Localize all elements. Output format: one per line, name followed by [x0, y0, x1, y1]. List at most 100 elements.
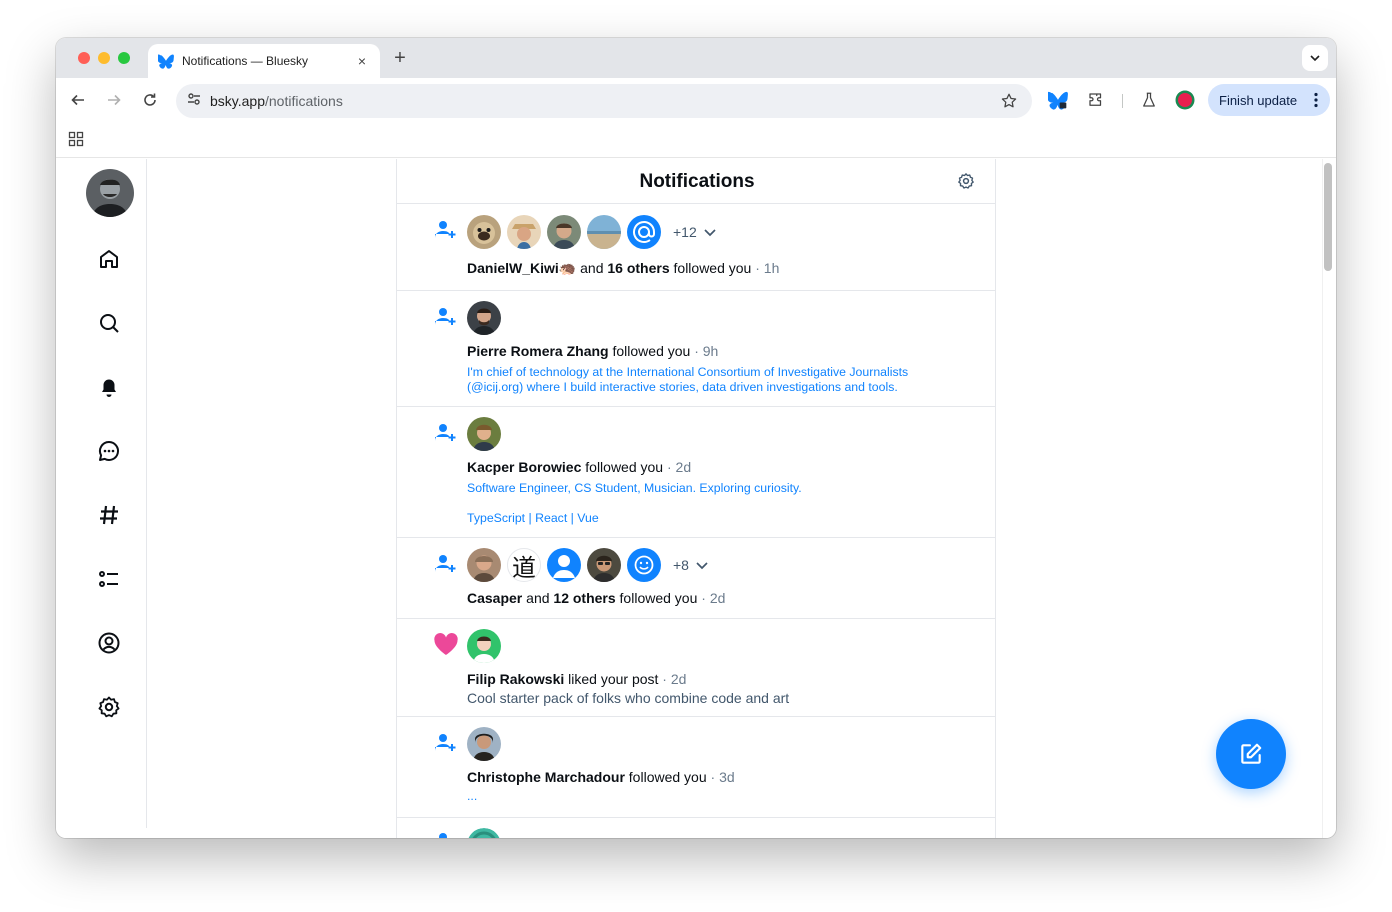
others-count[interactable]: 12 others — [553, 590, 615, 606]
actor-name[interactable]: Christophe Marchadour — [467, 769, 625, 785]
avatar-stack: +12 — [467, 215, 717, 249]
star-icon[interactable] — [1000, 92, 1018, 115]
avatar-stack — [467, 727, 507, 761]
browser-toolbar: bsky.app/notifications Finish update — [56, 78, 1336, 122]
avatar[interactable] — [467, 215, 501, 249]
actor-name[interactable]: Casaper — [467, 590, 522, 606]
avatar-stack — [467, 828, 507, 838]
avatar[interactable] — [467, 828, 501, 838]
avatar[interactable] — [467, 727, 501, 761]
back-button[interactable] — [66, 88, 90, 112]
profile-icon[interactable] — [1175, 90, 1195, 110]
profile-circle-icon — [98, 632, 120, 654]
notification-item[interactable]: 道 +8 Casaper and 12 others followed you … — [397, 538, 995, 619]
notification-item[interactable]: Kacper Borowiec followed you · 2d Softwa… — [397, 407, 995, 538]
notification-text: Kacper Borowiec followed you · 2d — [467, 459, 692, 475]
site-info-icon[interactable] — [186, 91, 202, 112]
sidebar-item-home[interactable] — [96, 246, 122, 272]
actor-name[interactable]: Filip Rakowski — [467, 671, 564, 687]
sidebar-item-notifications[interactable] — [96, 374, 122, 400]
avatar[interactable] — [627, 215, 661, 249]
reload-button[interactable] — [138, 88, 162, 112]
actor-name[interactable]: Pierre Romera Zhang — [467, 343, 609, 359]
avatar[interactable] — [467, 417, 501, 451]
finish-update-label: Finish update — [1219, 92, 1298, 108]
notification-item[interactable]: Pierre Romera Zhang followed you · 9h I'… — [397, 291, 995, 407]
person-plus-icon — [433, 830, 457, 838]
actor-emoji: 🦔 — [558, 260, 577, 276]
zoom-window-button[interactable] — [118, 52, 130, 64]
sidebar-item-feeds[interactable] — [96, 502, 122, 528]
scrollbar-thumb[interactable] — [1324, 163, 1332, 271]
close-window-button[interactable] — [78, 52, 90, 64]
bookmarks-bar — [56, 122, 1336, 158]
avatar[interactable] — [467, 548, 501, 582]
minimize-window-button[interactable] — [98, 52, 110, 64]
notification-item[interactable] — [397, 818, 995, 838]
apps-grid-icon[interactable] — [68, 131, 84, 152]
tab-close-icon[interactable]: × — [354, 53, 370, 69]
notification-item[interactable]: Christophe Marchadour followed you · 3d … — [397, 717, 995, 818]
notification-item[interactable]: +12 DanielW_Kiwi🦔 and 16 others followed… — [397, 204, 995, 291]
tab-search-button[interactable] — [1302, 45, 1328, 71]
finish-update-button[interactable]: Finish update — [1208, 84, 1330, 116]
profile-bio: I'm chief of technology at the Internati… — [467, 365, 909, 394]
expand-avatars-button[interactable]: +12 — [673, 224, 717, 240]
chat-icon — [99, 441, 120, 461]
avatar[interactable] — [587, 215, 621, 249]
avatar[interactable] — [547, 215, 581, 249]
sidebar-item-lists[interactable] — [96, 566, 122, 592]
avatar[interactable] — [467, 301, 501, 335]
scrollbar-track[interactable] — [1322, 159, 1336, 838]
others-count[interactable]: 16 others — [607, 260, 669, 276]
search-icon — [100, 314, 119, 333]
notification-text: DanielW_Kiwi🦔 and 16 others followed you… — [467, 260, 780, 276]
reload-icon — [144, 93, 156, 106]
compose-post-button[interactable] — [1216, 719, 1286, 789]
timestamp: · 9h — [690, 343, 719, 359]
bell-icon — [102, 379, 116, 397]
labs-flask-icon[interactable] — [1139, 90, 1159, 110]
tab-notifications[interactable]: Notifications — Bluesky × — [148, 44, 380, 78]
url-path: /notifications — [265, 93, 343, 109]
notification-settings-gear-icon[interactable] — [957, 172, 975, 195]
avatar[interactable] — [627, 548, 661, 582]
bluesky-page: Notifications +12 DanielW_Kiwi🦔 and 16 o… — [56, 159, 1336, 838]
bluesky-extension-icon[interactable] — [1048, 90, 1068, 110]
kebab-menu-icon[interactable] — [1314, 92, 1318, 111]
notification-item[interactable]: Filip Rakowski liked your post · 2d Cool… — [397, 619, 995, 717]
compose-pencil-icon — [1241, 743, 1262, 764]
notification-text: Casaper and 12 others followed you · 2d — [467, 590, 726, 606]
puzzle-extension-icon[interactable] — [1086, 90, 1106, 110]
avatar[interactable] — [86, 169, 134, 217]
post-snippet[interactable]: Cool starter pack of folks who combine c… — [467, 690, 789, 706]
sidebar-item-profile[interactable] — [96, 630, 122, 656]
forward-button[interactable] — [102, 88, 126, 112]
avatar[interactable] — [587, 548, 621, 582]
actor-name[interactable]: DanielW_Kiwi — [467, 260, 559, 276]
home-icon — [100, 250, 118, 268]
timestamp: · 1h — [751, 260, 780, 276]
avatar[interactable] — [547, 548, 581, 582]
new-tab-button[interactable]: + — [390, 47, 410, 69]
sidebar-item-settings[interactable] — [96, 694, 122, 720]
timestamp: · 2d — [697, 590, 726, 606]
avatar[interactable]: 道 — [507, 548, 541, 582]
timestamp: · 2d — [663, 459, 692, 475]
toolbar-separator — [1122, 94, 1123, 108]
back-arrow-icon — [71, 94, 84, 106]
tab-title: Notifications — Bluesky — [182, 54, 309, 68]
sidebar-item-search[interactable] — [96, 310, 122, 336]
expand-avatars-button[interactable]: +8 — [673, 557, 709, 573]
bluesky-butterfly-icon — [158, 53, 174, 69]
avatar[interactable] — [507, 215, 541, 249]
avatar-stack — [467, 301, 507, 335]
avatar-stack — [467, 629, 507, 663]
sidebar-item-chat[interactable] — [96, 438, 122, 464]
tab-strip: Notifications — Bluesky × + — [56, 38, 1336, 78]
notification-text: Pierre Romera Zhang followed you · 9h — [467, 343, 719, 359]
hashtag-icon — [100, 505, 118, 525]
actor-name[interactable]: Kacper Borowiec — [467, 459, 581, 475]
address-bar[interactable]: bsky.app/notifications — [176, 84, 1032, 118]
avatar[interactable] — [467, 629, 501, 663]
